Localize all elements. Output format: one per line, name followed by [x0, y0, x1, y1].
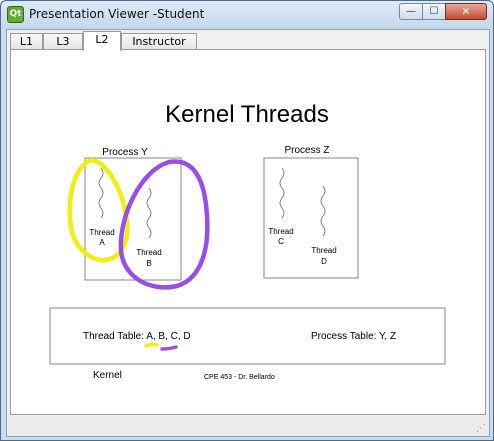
client-area: L1 L3 L2 Instructor Kernel Threads Proce… — [6, 29, 490, 437]
thread-a-label-2: A — [99, 238, 105, 247]
tab-instructor[interactable]: Instructor — [121, 33, 197, 50]
minimize-icon: — — [406, 6, 416, 17]
minimize-button[interactable]: — — [399, 3, 423, 20]
title-bar[interactable]: Qt Presentation Viewer -Student — ☐ ✕ — [1, 1, 493, 29]
thread-a-squiggle — [98, 167, 104, 219]
thread-d-label-1: Thread — [311, 246, 336, 255]
process-z-label: Process Z — [284, 145, 329, 156]
slide-canvas: Kernel Threads Process Y Thread A Thread… — [49, 101, 446, 381]
tab-l1[interactable]: L1 — [10, 33, 43, 50]
process-y-label: Process Y — [102, 147, 148, 158]
thread-table-label: Thread Table: A, B, C, D — [83, 331, 191, 342]
status-bar: ⋰ — [7, 416, 489, 436]
close-button[interactable]: ✕ — [445, 3, 487, 20]
resize-grip-icon[interactable]: ⋰ — [476, 423, 486, 434]
thread-a-label-1: Thread — [89, 228, 114, 237]
tab-l2[interactable]: L2 — [83, 31, 121, 51]
kernel-label: Kernel — [93, 370, 122, 381]
maximize-button[interactable]: ☐ — [422, 3, 446, 20]
app-window: Qt Presentation Viewer -Student — ☐ ✕ L1… — [0, 0, 494, 441]
thread-c-label-1: Thread — [268, 227, 293, 236]
purple-annotation-circle — [118, 159, 210, 290]
process-table-label: Process Table: Y, Z — [311, 331, 396, 342]
app-icon: Qt — [7, 6, 24, 23]
yellow-underline-a — [144, 342, 159, 348]
slide-panel[interactable]: Kernel Threads Process Y Thread A Thread… — [10, 49, 486, 415]
thread-c-squiggle — [279, 167, 285, 219]
tab-bar: L1 L3 L2 Instructor — [7, 31, 489, 51]
thread-b-squiggle — [146, 187, 152, 239]
thread-d-squiggle — [320, 185, 326, 237]
thread-c-label-2: C — [278, 237, 284, 246]
purple-underline-b — [160, 345, 178, 351]
slide-footer: CPE 453 - Dr. Bellardo — [204, 374, 275, 381]
thread-b-label-1: Thread — [136, 248, 161, 257]
thread-d-label-2: D — [321, 257, 327, 266]
close-icon: ✕ — [461, 5, 471, 18]
maximize-icon: ☐ — [429, 6, 439, 17]
tab-l3[interactable]: L3 — [43, 33, 83, 50]
process-z-box — [263, 157, 359, 279]
slide-title: Kernel Threads — [165, 101, 329, 128]
thread-b-label-2: B — [146, 259, 151, 268]
window-title: Presentation Viewer -Student — [29, 7, 205, 21]
